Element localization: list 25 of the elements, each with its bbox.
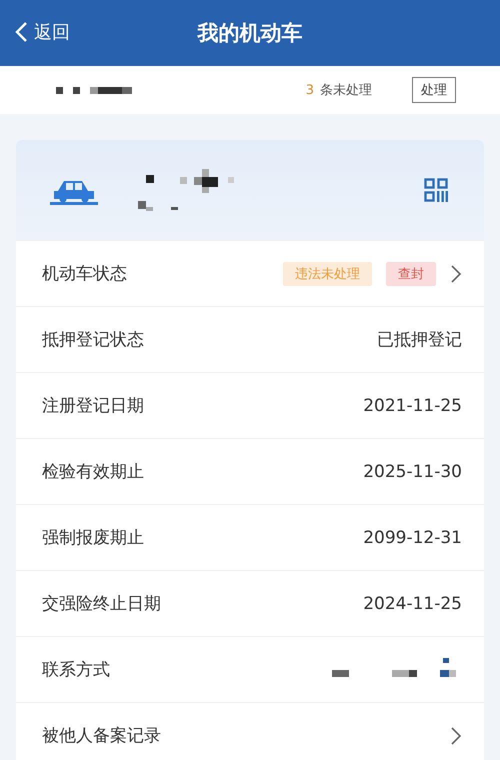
chevron-right-icon xyxy=(450,264,462,284)
qr-code-icon xyxy=(424,178,448,202)
row-value: 2099-12-31 xyxy=(363,528,462,548)
row-value: 已抵押登记 xyxy=(377,329,462,351)
row-label: 抵押登记状态 xyxy=(42,329,144,351)
row-label: 强制报废期止 xyxy=(42,527,144,549)
row-value: 2024-11-25 xyxy=(363,594,462,614)
row-label: 被他人备案记录 xyxy=(42,725,161,747)
back-label: 返回 xyxy=(34,21,70,44)
row-label: 检验有效期止 xyxy=(42,461,144,483)
row-value: 2021-11-25 xyxy=(363,396,462,416)
row-label: 交强险终止日期 xyxy=(42,593,161,615)
row-label: 注册登记日期 xyxy=(42,395,144,417)
pending-text: 条未处理 xyxy=(320,82,372,99)
back-button[interactable]: 返回 xyxy=(14,20,70,44)
pending-count: 3 xyxy=(306,82,314,98)
back-icon xyxy=(14,21,28,43)
handle-button[interactable]: 处理 xyxy=(412,77,456,103)
row-label: 联系方式 xyxy=(42,659,110,681)
chevron-right-icon xyxy=(450,726,462,746)
status-tag: 违法未处理 xyxy=(283,262,372,286)
page-title: 我的机动车 xyxy=(198,20,302,47)
row-value: 2025-11-30 xyxy=(363,462,462,482)
row-label: 机动车状态 xyxy=(42,263,127,285)
status-tag: 查封 xyxy=(386,262,436,286)
